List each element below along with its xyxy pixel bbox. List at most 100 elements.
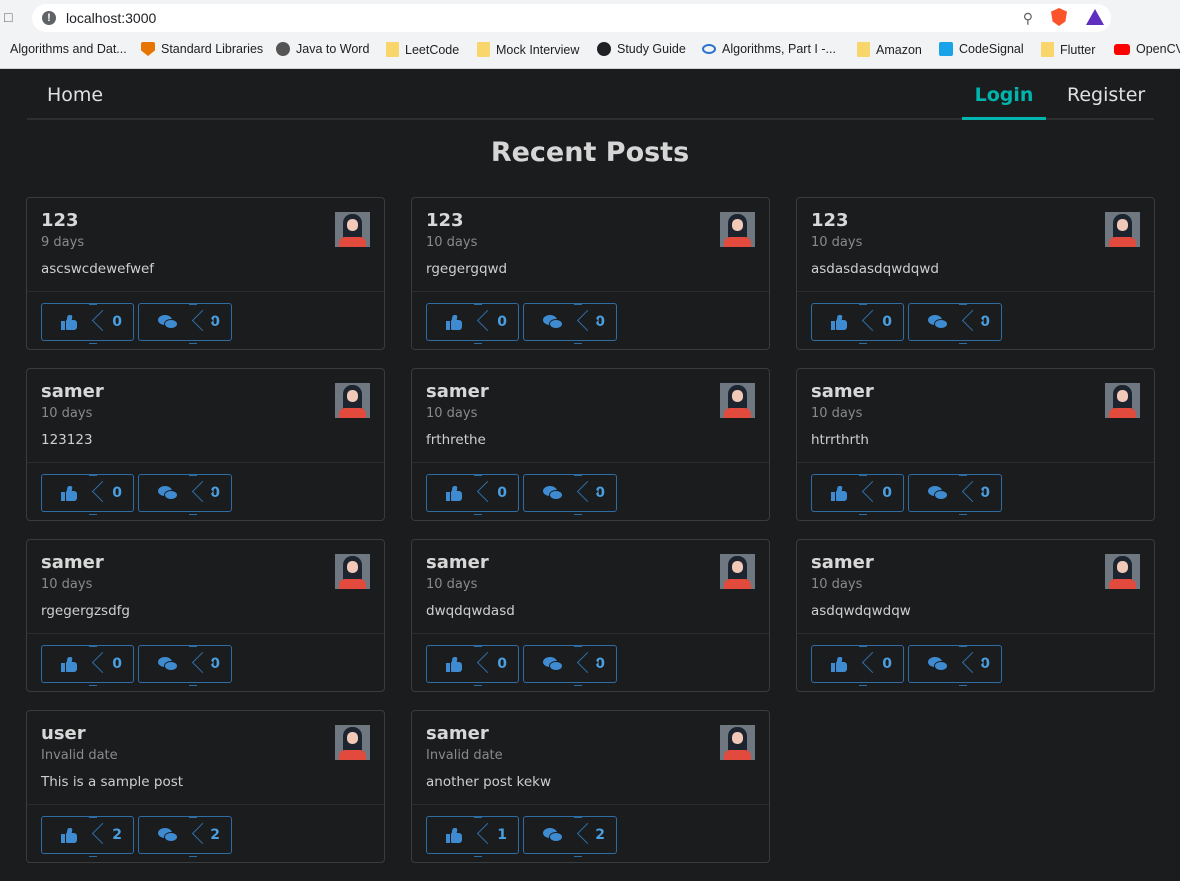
like-button[interactable]: 0 bbox=[426, 645, 519, 686]
avatar[interactable] bbox=[720, 383, 755, 418]
like-button-main[interactable] bbox=[41, 816, 96, 854]
like-count[interactable]: 0 bbox=[474, 645, 519, 686]
comment-count[interactable]: 0 bbox=[574, 645, 617, 686]
avatar[interactable] bbox=[720, 554, 755, 589]
like-button[interactable]: 0 bbox=[426, 303, 519, 344]
like-count[interactable]: 0 bbox=[859, 645, 904, 686]
comment-count[interactable]: 0 bbox=[189, 645, 232, 686]
like-count[interactable]: 0 bbox=[89, 303, 134, 344]
avatar[interactable] bbox=[335, 725, 370, 760]
comment-count[interactable]: 0 bbox=[574, 474, 617, 515]
like-button[interactable]: 0 bbox=[811, 303, 904, 344]
comment-button-main[interactable] bbox=[138, 303, 196, 341]
avatar[interactable] bbox=[720, 725, 755, 760]
like-button-main[interactable] bbox=[426, 645, 481, 683]
url-text[interactable]: localhost:3000 bbox=[66, 10, 156, 26]
bookmark-item[interactable]: Mock Interview bbox=[477, 42, 579, 57]
bookmark-icon[interactable]: □ bbox=[4, 9, 16, 25]
bookmark-item[interactable]: Algorithms and Dat... bbox=[10, 42, 127, 56]
info-icon[interactable]: ! bbox=[42, 11, 56, 25]
comment-button[interactable]: 0 bbox=[138, 474, 232, 515]
comment-button[interactable]: 0 bbox=[523, 303, 617, 344]
bookmark-item[interactable]: Study Guide bbox=[597, 42, 686, 56]
post-author[interactable]: 123 bbox=[426, 210, 464, 231]
comment-count[interactable]: 2 bbox=[574, 816, 617, 857]
like-count[interactable]: 0 bbox=[474, 303, 519, 344]
like-count[interactable]: 2 bbox=[89, 816, 134, 857]
post-author[interactable]: samer bbox=[426, 723, 489, 744]
extension-icon[interactable] bbox=[1086, 9, 1104, 25]
bookmark-item[interactable]: Amazon bbox=[857, 42, 922, 57]
bookmark-item[interactable]: CodeSignal bbox=[939, 42, 1024, 56]
comment-button[interactable]: 0 bbox=[138, 303, 232, 344]
avatar[interactable] bbox=[1105, 554, 1140, 589]
post-author[interactable]: samer bbox=[426, 381, 489, 402]
comment-button[interactable]: 2 bbox=[523, 816, 617, 857]
bookmark-item[interactable]: Java to Word bbox=[276, 42, 369, 56]
post-author[interactable]: samer bbox=[41, 381, 104, 402]
comment-button-main[interactable] bbox=[908, 474, 966, 512]
comment-count[interactable]: 2 bbox=[189, 816, 232, 857]
comment-button[interactable]: 0 bbox=[138, 645, 232, 686]
bookmark-item[interactable]: Standard Libraries bbox=[141, 42, 263, 56]
comment-button-main[interactable] bbox=[908, 645, 966, 683]
comment-button-main[interactable] bbox=[138, 645, 196, 683]
like-count[interactable]: 0 bbox=[89, 474, 134, 515]
avatar[interactable] bbox=[1105, 212, 1140, 247]
like-button[interactable]: 2 bbox=[41, 816, 134, 857]
comment-count[interactable]: 0 bbox=[959, 645, 1002, 686]
comment-button[interactable]: 0 bbox=[523, 474, 617, 515]
avatar[interactable] bbox=[335, 383, 370, 418]
like-button-main[interactable] bbox=[811, 645, 866, 683]
like-button-main[interactable] bbox=[811, 474, 866, 512]
post-author[interactable]: samer bbox=[811, 381, 874, 402]
like-button[interactable]: 0 bbox=[41, 474, 134, 515]
like-button[interactable]: 0 bbox=[41, 303, 134, 344]
comment-button[interactable]: 0 bbox=[523, 645, 617, 686]
comment-button-main[interactable] bbox=[138, 816, 196, 854]
comment-count[interactable]: 0 bbox=[189, 474, 232, 515]
comment-button-main[interactable] bbox=[523, 645, 581, 683]
like-button[interactable]: 0 bbox=[811, 645, 904, 686]
like-button[interactable]: 0 bbox=[426, 474, 519, 515]
like-button-main[interactable] bbox=[426, 816, 481, 854]
like-button[interactable]: 0 bbox=[811, 474, 904, 515]
post-author[interactable]: 123 bbox=[811, 210, 849, 231]
like-button-main[interactable] bbox=[41, 303, 96, 341]
comment-button[interactable]: 0 bbox=[908, 303, 1002, 344]
bookmark-item[interactable]: Flutter bbox=[1041, 42, 1095, 57]
like-count[interactable]: 0 bbox=[89, 645, 134, 686]
comment-count[interactable]: 0 bbox=[959, 474, 1002, 515]
key-icon[interactable]: ⚲ bbox=[1023, 10, 1033, 27]
nav-register-link[interactable]: Register bbox=[1067, 84, 1145, 106]
bookmark-item[interactable]: Algorithms, Part I -... bbox=[702, 42, 836, 56]
avatar[interactable] bbox=[335, 554, 370, 589]
like-button-main[interactable] bbox=[811, 303, 866, 341]
comment-count[interactable]: 0 bbox=[574, 303, 617, 344]
avatar[interactable] bbox=[335, 212, 370, 247]
post-author[interactable]: samer bbox=[426, 552, 489, 573]
avatar[interactable] bbox=[1105, 383, 1140, 418]
bookmark-item[interactable]: OpenCV bbox=[1114, 42, 1180, 56]
like-button-main[interactable] bbox=[426, 303, 481, 341]
comment-button-main[interactable] bbox=[908, 303, 966, 341]
comment-button[interactable]: 0 bbox=[908, 474, 1002, 515]
avatar[interactable] bbox=[720, 212, 755, 247]
post-author[interactable]: user bbox=[41, 723, 86, 744]
like-button[interactable]: 1 bbox=[426, 816, 519, 857]
comment-count[interactable]: 0 bbox=[189, 303, 232, 344]
comment-button[interactable]: 2 bbox=[138, 816, 232, 857]
comment-button[interactable]: 0 bbox=[908, 645, 1002, 686]
like-count[interactable]: 0 bbox=[859, 474, 904, 515]
post-author[interactable]: samer bbox=[811, 552, 874, 573]
comment-count[interactable]: 0 bbox=[959, 303, 1002, 344]
nav-login-link[interactable]: Login bbox=[962, 69, 1046, 120]
comment-button-main[interactable] bbox=[523, 474, 581, 512]
nav-home-link[interactable]: Home bbox=[47, 84, 103, 106]
like-count[interactable]: 0 bbox=[859, 303, 904, 344]
address-bar[interactable]: ! localhost:3000 ⚲ bbox=[32, 4, 1111, 32]
comment-button-main[interactable] bbox=[138, 474, 196, 512]
comment-button-main[interactable] bbox=[523, 303, 581, 341]
like-button-main[interactable] bbox=[41, 474, 96, 512]
like-count[interactable]: 1 bbox=[474, 816, 519, 857]
